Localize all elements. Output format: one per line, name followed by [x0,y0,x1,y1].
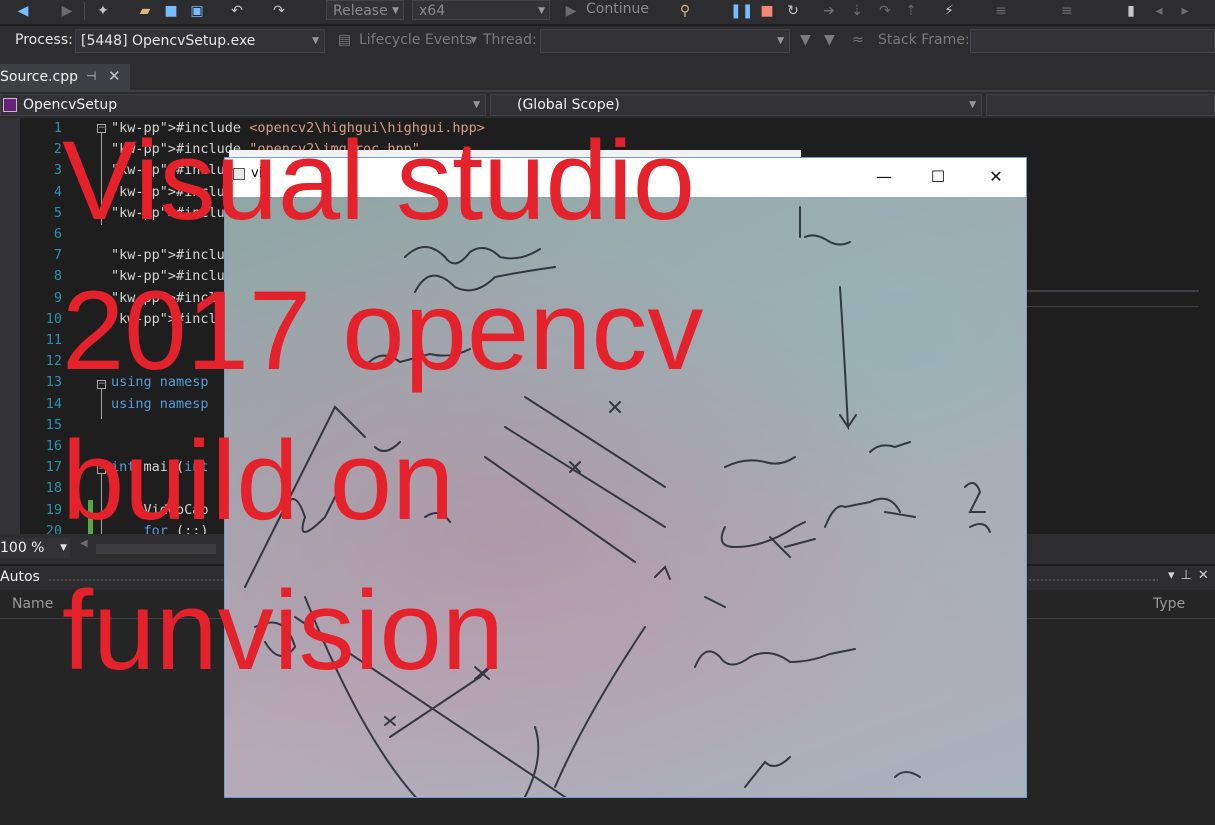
document-tab-strip [0,56,1215,90]
tab-label: Source.cpp [0,69,79,85]
close-icon[interactable]: ✕ [108,67,121,85]
line-number: 17 [45,459,62,476]
stop-debugging-icon[interactable]: ■ [758,2,776,20]
project-icon [3,98,17,112]
filter-clear-icon[interactable]: ▼ [824,32,835,48]
editor-left-margin [0,118,20,534]
thread-dropdown[interactable]: ▼ [540,29,790,53]
minimize-button[interactable]: — [861,162,907,192]
chevron-down-icon: ▼ [538,6,545,16]
pin-icon[interactable]: ⊥ [1181,568,1198,583]
platform-value: x64 [419,3,446,19]
line-number: 15 [45,416,62,433]
configuration-value: Release [333,3,388,19]
thread-label: Thread: [483,32,537,48]
bookmark-next-icon[interactable]: ▸ [1176,2,1194,20]
pane-tools: ▾⊥✕ [1168,568,1215,583]
chevron-down-icon: ▼ [392,6,399,16]
line-number: 16 [45,438,62,454]
line-number: 18 [45,480,62,497]
pin-icon[interactable]: ⊣ [86,69,96,83]
show-next-statement-icon[interactable]: ➔ [820,2,838,20]
overlay-caption: Visual studio 2017 opencv build on funvi… [62,118,704,693]
zoom-dropdown[interactable]: 100 % ▼ [0,538,70,558]
member-dropdown[interactable] [986,94,1215,116]
save-icon[interactable]: ■ [162,2,180,20]
bookmark-icon[interactable]: ▮ [1122,2,1140,20]
comment-icon[interactable]: ≡ [992,2,1010,20]
redo-icon[interactable]: ↷ [270,2,288,20]
close-button[interactable]: ✕ [973,162,1019,192]
lifecycle-events-button[interactable]: Lifecycle Events [359,32,472,48]
autos-title: Autos [0,569,40,585]
editor-divider [1020,306,1215,307]
hot-reload-icon[interactable]: ⚡ [940,2,958,20]
step-out-icon[interactable]: ⇡ [902,2,920,20]
break-all-icon[interactable]: ❚❚ [730,2,753,20]
line-number: 10 [45,310,62,327]
open-file-icon[interactable]: ▰ [136,2,154,20]
line-number: 13 [45,374,62,391]
close-icon[interactable]: ✕ [1198,568,1215,583]
lifecycle-events-icon[interactable]: ▤ [338,32,351,48]
chevron-down-icon: ▼ [312,36,319,46]
window-position-icon[interactable]: ▾ [1168,568,1181,583]
threads-icon[interactable]: ≈ [852,32,864,48]
navigate-back-icon[interactable]: ◀ [14,2,32,20]
line-number: 11 [45,332,62,348]
step-over-icon[interactable]: ↷ [876,2,894,20]
tab-source-cpp[interactable]: Source.cpp ⊣ ✕ [0,64,130,90]
debug-location-toolbar: Process: [5448] OpencvSetup.exe ▼ ▤ Life… [0,26,1215,56]
continue-button[interactable]: Continue [586,1,649,17]
solution-platform-dropdown[interactable]: x64 ▼ [412,0,550,20]
vertical-scrollbar[interactable] [1199,118,1215,534]
step-into-icon[interactable]: ⇣ [848,2,866,20]
line-number: 12 [45,353,62,370]
lifecycle-events-arrow-icon[interactable]: ▾ [470,32,477,48]
filter-icon[interactable]: ▼ [800,32,811,48]
line-number: 9 [53,289,62,306]
line-number: 6 [53,226,62,242]
line-number: 14 [45,395,62,412]
line-number: 19 [45,501,62,518]
solution-configuration-dropdown[interactable]: Release ▼ [326,0,404,20]
column-type[interactable]: Type [1153,596,1185,612]
stack-frame-label: Stack Frame: [878,32,970,48]
line-number: 4 [53,183,62,200]
process-value: [5448] OpencvSetup.exe [81,33,256,49]
continue-icon[interactable]: ▶ [562,2,580,20]
chevron-down-icon: ▼ [969,100,976,110]
column-name[interactable]: Name [12,596,53,612]
save-all-icon[interactable]: ▣ [188,2,206,20]
format-icon[interactable]: ≡ [1058,2,1076,20]
line-number: 20 [45,522,62,534]
restart-icon[interactable]: ↻ [784,2,802,20]
line-number: 3 [53,162,62,179]
chevron-down-icon: ▼ [777,36,784,46]
line-number: 5 [53,204,62,221]
bookmark-prev-icon[interactable]: ◂ [1150,2,1168,20]
new-project-icon[interactable]: ✦ [94,2,112,20]
process-dropdown[interactable]: [5448] OpencvSetup.exe ▼ [75,29,325,53]
stack-frame-dropdown[interactable] [970,29,1215,53]
line-number: 2 [53,141,62,158]
line-number: 8 [53,268,62,285]
toolbar-separator [84,2,85,20]
line-number: 7 [53,247,62,264]
line-number: 1 [53,120,62,136]
zoom-value: 100 % [0,540,45,556]
navigate-forward-icon[interactable]: ▶ [58,2,76,20]
maximize-button[interactable]: ☐ [915,162,961,192]
main-toolbar: ◀ ▶ ✦ ▰ ■ ▣ ↶ ↷ Release ▼ x64 ▼ ▶ Contin… [0,0,1215,24]
undo-icon[interactable]: ↶ [228,2,246,20]
editor-divider [1020,290,1215,292]
find-icon[interactable]: ⚲ [676,2,694,20]
process-label: Process: [15,32,73,48]
